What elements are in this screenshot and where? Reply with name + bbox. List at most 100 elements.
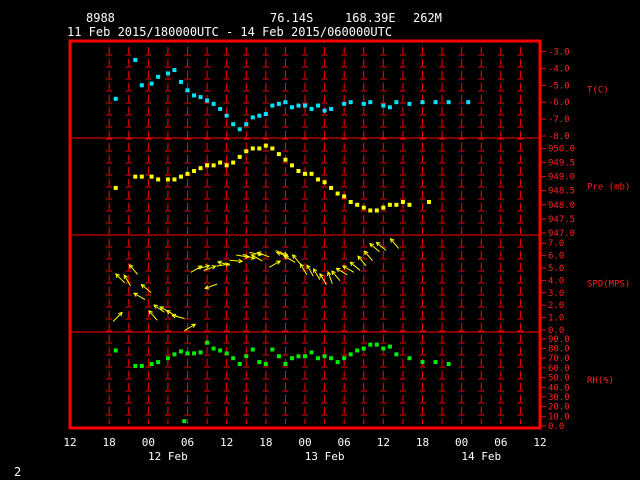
- y-tick-label: 20.0: [548, 403, 570, 413]
- data-point: [316, 177, 321, 182]
- data-point: [407, 356, 412, 361]
- wind-arrow-shaft: [369, 243, 380, 253]
- x-tick-label: 18: [416, 436, 429, 449]
- data-point: [156, 177, 161, 182]
- x-tick-label: 12: [377, 436, 390, 449]
- data-point: [316, 356, 321, 361]
- data-point: [172, 177, 177, 182]
- data-point: [303, 354, 307, 359]
- y-tick-label: 7.0: [548, 239, 564, 249]
- data-point: [381, 346, 386, 351]
- data-point: [198, 350, 203, 355]
- y-tick-label: -3.0: [548, 47, 570, 57]
- y-tick-label: 4.0: [548, 276, 564, 286]
- data-point: [407, 202, 412, 207]
- date-label: 12 Feb: [148, 450, 188, 463]
- data-point: [322, 180, 327, 185]
- data-point: [355, 348, 360, 353]
- station-lat: 76.14S: [270, 11, 313, 25]
- data-point: [113, 96, 118, 101]
- data-point: [329, 356, 334, 361]
- data-point: [237, 127, 242, 132]
- y-tick-label: 6.0: [548, 252, 564, 262]
- data-point: [466, 100, 471, 105]
- y-tick-label: 2.0: [548, 301, 564, 311]
- y-tick-label: 30.0: [548, 393, 570, 403]
- data-point: [270, 146, 275, 151]
- data-point: [192, 169, 197, 173]
- data-point: [263, 143, 268, 148]
- data-point: [231, 356, 236, 361]
- y-tick-label: 80.0: [548, 345, 570, 355]
- data-point: [139, 363, 144, 368]
- data-point: [257, 146, 262, 151]
- data-point: [244, 149, 249, 154]
- y-tick-label: 948.0: [548, 201, 575, 211]
- data-point: [322, 108, 327, 113]
- data-point: [335, 191, 340, 196]
- data-point: [270, 103, 275, 108]
- wind-arrow-shaft: [115, 273, 126, 284]
- data-point: [211, 163, 216, 168]
- panel-title: SPD(MPS): [587, 280, 630, 290]
- x-tick-label: 12: [63, 436, 76, 449]
- wind-arrow-shaft: [390, 238, 400, 249]
- x-tick-label: 18: [259, 436, 272, 449]
- x-tick-label: 06: [181, 436, 194, 449]
- data-point: [368, 100, 373, 105]
- data-point: [211, 346, 216, 351]
- data-point: [355, 202, 360, 207]
- data-point: [178, 349, 183, 354]
- data-point: [218, 106, 223, 111]
- data-point: [289, 105, 294, 110]
- x-tick-label: 00: [142, 436, 155, 449]
- data-point: [224, 351, 229, 356]
- data-point: [400, 200, 405, 204]
- x-tick-label: 00: [298, 436, 311, 449]
- wind-arrow: [128, 264, 138, 275]
- wind-arrow-shaft: [292, 254, 302, 265]
- data-point: [257, 113, 262, 118]
- date-label: 14 Feb: [461, 450, 501, 463]
- wind-arrow: [389, 237, 400, 249]
- data-point: [303, 103, 307, 108]
- wind-arrow: [375, 241, 387, 251]
- data-point: [348, 100, 353, 105]
- data-point: [198, 166, 203, 171]
- data-point: [211, 101, 216, 106]
- wind-arrow-shaft: [129, 264, 138, 275]
- data-point: [182, 419, 187, 424]
- data-point: [296, 103, 301, 108]
- data-point: [244, 354, 249, 359]
- data-point: [263, 112, 268, 117]
- wind-arrow: [204, 283, 218, 290]
- wind-arrow-shaft: [350, 261, 361, 271]
- data-point: [446, 362, 451, 367]
- y-tick-label: 50.0: [548, 374, 570, 384]
- date-label: 13 Feb: [305, 450, 345, 463]
- data-point: [342, 194, 347, 199]
- data-point: [420, 360, 425, 365]
- data-point: [149, 81, 154, 86]
- data-point: [192, 93, 197, 98]
- data-point: [165, 177, 170, 182]
- wind-arrow: [357, 255, 367, 267]
- data-point: [165, 71, 170, 76]
- y-tick-label: -6.0: [548, 98, 570, 108]
- data-point: [342, 101, 347, 106]
- data-point: [250, 146, 255, 151]
- wind-arrow: [184, 323, 197, 331]
- data-point: [374, 208, 379, 213]
- wind-arrow: [190, 265, 203, 273]
- y-tick-label: 40.0: [548, 383, 570, 393]
- panel-title: T(C): [587, 86, 609, 96]
- data-point: [113, 185, 118, 190]
- data-point: [342, 356, 347, 361]
- wind-arrow: [349, 261, 361, 271]
- station-meteogram: 8988 76.14S 168.39E 262M 11 Feb 2015/180…: [14, 11, 630, 479]
- wind-arrow: [331, 270, 341, 281]
- station-lon: 168.39E: [345, 11, 396, 25]
- data-point: [283, 100, 288, 105]
- data-point: [348, 352, 353, 357]
- data-point: [178, 79, 183, 84]
